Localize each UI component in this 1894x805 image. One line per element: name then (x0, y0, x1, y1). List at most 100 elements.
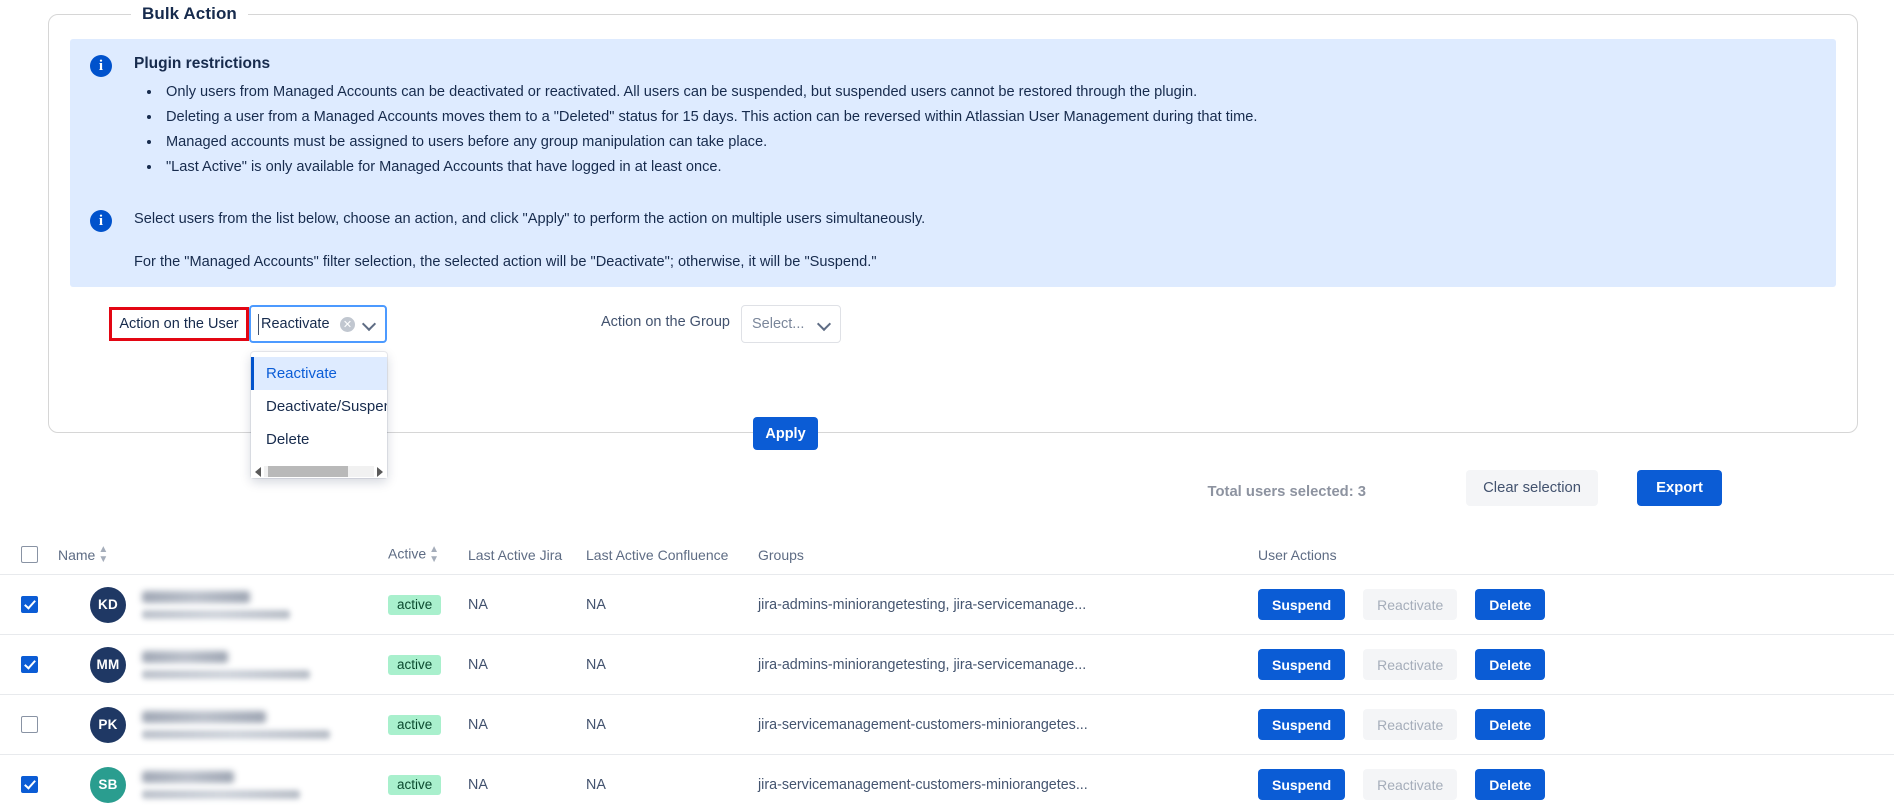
clear-circle-icon[interactable]: ✕ (340, 316, 355, 332)
instructions-block: i Select users from the list below, choo… (90, 208, 1816, 273)
action-on-user-select[interactable]: Reactivate ✕ (249, 305, 387, 343)
status-badge: active (388, 594, 442, 615)
user-actions-group: Suspend Reactivate Delete (1258, 589, 1894, 620)
active-cell: active (388, 714, 468, 735)
groups-cell: jira-admins-miniorangetesting, jira-serv… (758, 656, 1087, 673)
menu-option-deactivate-suspend[interactable]: Deactivate/Suspend (251, 390, 387, 423)
list-item: "Last Active" is only available for Mana… (162, 155, 1816, 180)
user-email-redacted (142, 669, 310, 679)
info-icon: i (90, 210, 112, 232)
row-checkbox[interactable] (20, 596, 38, 613)
delete-button[interactable]: Delete (1475, 709, 1546, 740)
scroll-right-arrow-icon[interactable] (377, 467, 383, 477)
user-actions-group: Suspend Reactivate Delete (1258, 769, 1894, 800)
user-name-redacted (142, 650, 228, 663)
user-actions-cell: Suspend Reactivate Delete (1258, 709, 1894, 740)
text-caret (258, 314, 259, 335)
action-on-group-select[interactable]: Select... (741, 305, 841, 343)
row-checkbox[interactable] (20, 656, 38, 673)
reactivate-button: Reactivate (1363, 649, 1458, 680)
column-header-user-actions: User Actions (1258, 546, 1337, 563)
instruction-paragraph: For the "Managed Accounts" filter select… (134, 254, 877, 270)
action-on-user-dropdown-menu[interactable]: Reactivate Deactivate/Suspend Delete (251, 352, 387, 478)
chevron-down-icon[interactable] (819, 318, 831, 330)
suspend-button[interactable]: Suspend (1258, 589, 1346, 620)
last-active-jira-cell: NA (468, 656, 488, 673)
table-row: PK active NA NA jira-servicemanagement-c… (0, 695, 1894, 755)
bulk-action-legend: Bulk Action (131, 4, 248, 24)
export-button[interactable]: Export (1637, 470, 1722, 506)
clear-selection-button[interactable]: Clear selection (1466, 470, 1598, 506)
action-on-user-label: Action on the User (109, 307, 249, 341)
action-on-user-value: Reactivate (261, 316, 330, 332)
row-checkbox[interactable] (20, 776, 38, 793)
delete-button[interactable]: Delete (1475, 769, 1546, 800)
select-all-cell[interactable] (0, 546, 58, 563)
info-icon: i (90, 55, 112, 77)
column-header-last-active-confluence: Last Active Confluence (586, 546, 729, 563)
column-header-groups: Groups (758, 546, 804, 563)
instructions-body: Select users from the list below, choose… (134, 208, 1816, 273)
dropdown-horizontal-scrollbar[interactable] (251, 462, 387, 478)
last-active-jira-cell: NA (468, 716, 488, 733)
row-select-cell[interactable] (0, 776, 58, 793)
active-cell: active (388, 654, 468, 675)
suspend-button[interactable]: Suspend (1258, 769, 1346, 800)
reactivate-button: Reactivate (1363, 709, 1458, 740)
user-cell: KD (58, 586, 388, 623)
menu-option-reactivate[interactable]: Reactivate (251, 357, 387, 390)
column-header-last-active-jira: Last Active Jira (468, 546, 563, 563)
user-actions-group: Suspend Reactivate Delete (1258, 649, 1894, 680)
column-header-name-label: Name (58, 546, 96, 563)
suspend-button[interactable]: Suspend (1258, 709, 1346, 740)
user-name-redacted (142, 770, 234, 783)
suspend-button[interactable]: Suspend (1258, 649, 1346, 680)
row-checkbox[interactable] (20, 716, 38, 733)
user-email-redacted (142, 789, 300, 799)
list-item: Only users from Managed Accounts can be … (162, 80, 1816, 105)
column-header-active[interactable]: Active ▲ ▼ (388, 544, 468, 565)
scrollbar-thumb[interactable] (268, 466, 348, 477)
delete-button[interactable]: Delete (1475, 649, 1546, 680)
delete-button[interactable]: Delete (1475, 589, 1546, 620)
user-actions-cell: Suspend Reactivate Delete (1258, 649, 1894, 680)
groups-cell: jira-servicemanagement-customers-miniora… (758, 716, 1088, 733)
avatar: SB (90, 766, 126, 803)
bulk-action-controls: Action on the User Reactivate ✕ Reactiva… (67, 305, 1837, 478)
users-table: Name ▲ ▼ Active ▲ ▼ Last Active Jira Last Ac… (0, 535, 1894, 805)
user-cell: MM (58, 646, 388, 683)
table-row: SB active NA NA jira-servicemanagement-c… (0, 755, 1894, 805)
user-cell: SB (58, 766, 388, 803)
row-select-cell[interactable] (0, 716, 58, 733)
total-users-selected: Total users selected: 3 (1207, 484, 1366, 500)
menu-option-delete[interactable]: Delete (251, 423, 387, 456)
apply-button[interactable]: Apply (753, 417, 818, 450)
user-actions-cell: Suspend Reactivate Delete (1258, 589, 1894, 620)
select-all-checkbox[interactable] (20, 546, 38, 563)
status-badge: active (388, 774, 442, 795)
bulk-action-page: Bulk Action i Plugin restrictions Only u… (0, 0, 1894, 805)
reactivate-button: Reactivate (1363, 589, 1458, 620)
active-cell: active (388, 594, 468, 615)
user-identity (142, 770, 300, 799)
row-select-cell[interactable] (0, 596, 58, 613)
last-active-jira-cell: NA (468, 596, 488, 613)
sort-icon[interactable]: ▲ ▼ (98, 544, 108, 565)
user-identity (142, 710, 330, 739)
restrictions-body: Plugin restrictions Only users from Mana… (134, 53, 1816, 180)
groups-cell: jira-servicemanagement-customers-miniora… (758, 776, 1088, 793)
instruction-paragraph: Select users from the list below, choose… (134, 211, 926, 227)
column-header-name[interactable]: Name ▲ ▼ (58, 544, 388, 565)
sort-icon[interactable]: ▲ ▼ (429, 544, 439, 565)
user-name-redacted (142, 710, 266, 723)
user-identity (142, 590, 290, 619)
last-active-confluence-cell: NA (586, 656, 606, 673)
groups-cell: jira-admins-miniorangetesting, jira-serv… (758, 596, 1087, 613)
row-select-cell[interactable] (0, 656, 58, 673)
action-on-group-label: Action on the Group (601, 314, 730, 330)
user-email-redacted (142, 609, 290, 619)
scroll-left-arrow-icon[interactable] (255, 467, 261, 477)
reactivate-button: Reactivate (1363, 769, 1458, 800)
last-active-confluence-cell: NA (586, 596, 606, 613)
chevron-down-icon[interactable] (364, 318, 376, 330)
